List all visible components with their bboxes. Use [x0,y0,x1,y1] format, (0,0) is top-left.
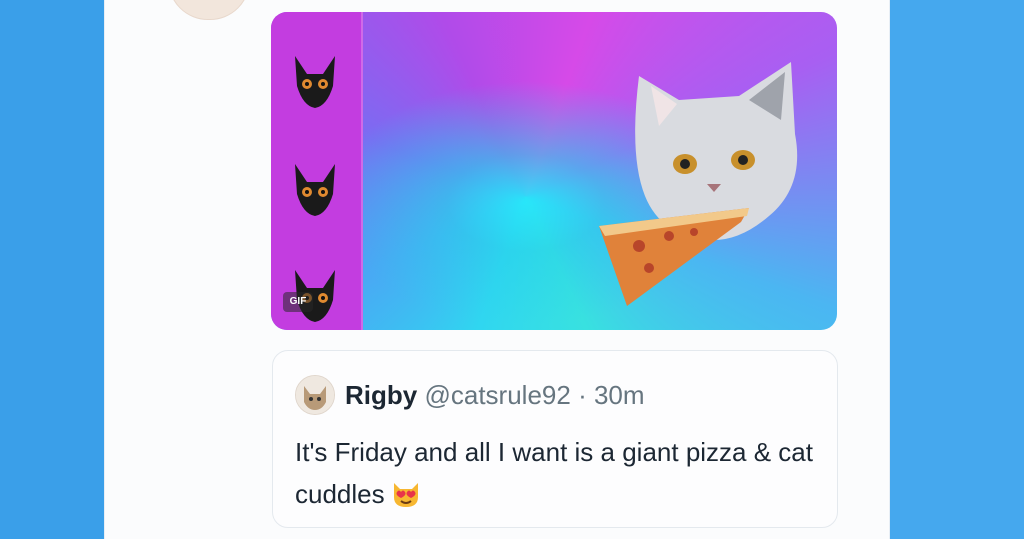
gif-badge: GIF [283,292,313,312]
quoted-text: It's Friday and all I want is a giant pi… [295,431,815,515]
timestamp[interactable]: 30m [594,380,645,410]
background-right [888,0,1024,539]
cat-with-pizza-icon [599,62,798,306]
cat-strip [271,12,363,330]
gif-media[interactable]: GIF [271,12,837,330]
separator: · [578,380,587,410]
black-cat-icon [295,164,335,216]
black-cat-icon [295,56,335,108]
tweet-text: It's Friday and all I want is a giant pi… [295,437,813,509]
quoted-tweet[interactable]: Rigby @catsrule92 · 30m It's Friday and … [272,350,838,528]
display-name[interactable]: Rigby [345,380,417,410]
heart-eyes-cat-emoji-icon [393,483,418,507]
background-left [0,0,104,539]
quoted-header: Rigby @catsrule92 · 30m [345,375,645,415]
quoted-avatar[interactable] [295,375,335,415]
cat-avatar-icon [296,376,334,414]
user-handle[interactable]: @catsrule92 [424,380,570,410]
